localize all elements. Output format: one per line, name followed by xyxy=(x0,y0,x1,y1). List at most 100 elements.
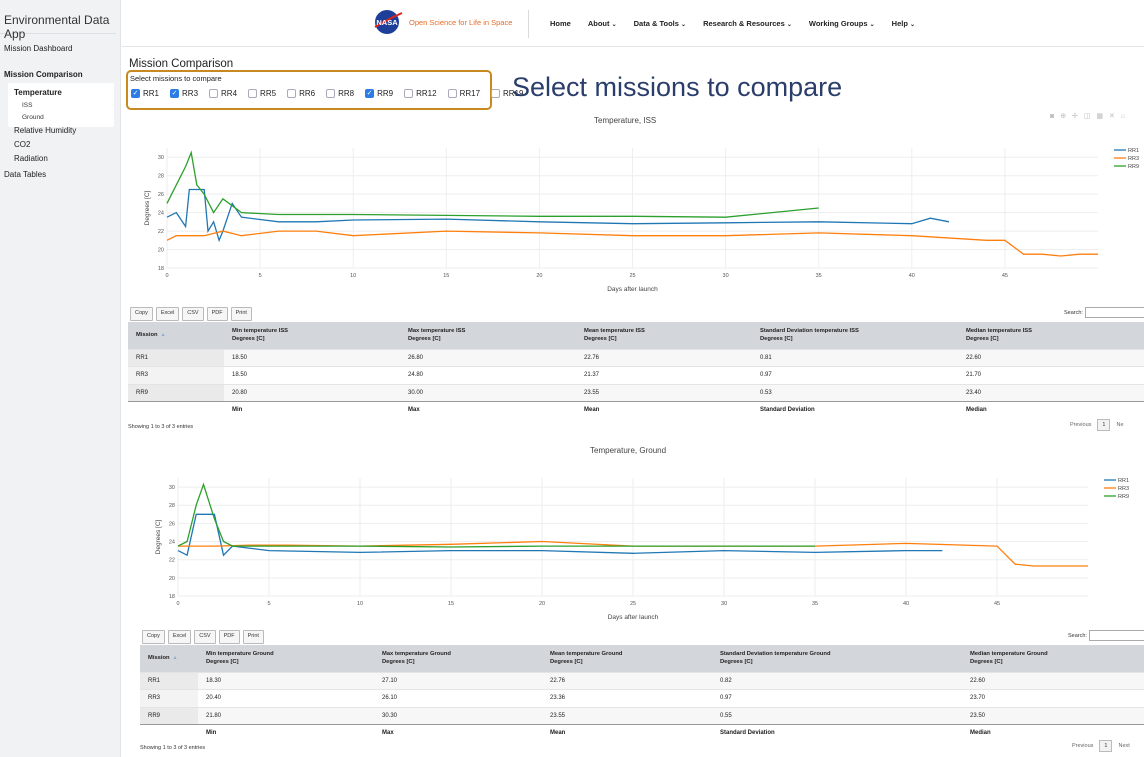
copy-button[interactable]: Copy xyxy=(130,307,153,321)
x-tick-label: 25 xyxy=(629,273,635,279)
sidebar-item-temperature[interactable]: Temperature xyxy=(8,85,114,100)
nav-home[interactable]: Home xyxy=(550,19,571,28)
chevron-down-icon: ⌄ xyxy=(786,22,792,28)
print-button[interactable]: Print xyxy=(242,630,264,644)
nav-help[interactable]: Help ⌄ xyxy=(892,19,915,28)
y-tick-label: 28 xyxy=(169,503,175,509)
unchecked-icon[interactable] xyxy=(209,89,219,98)
y-tick-label: 26 xyxy=(158,192,164,198)
column-header[interactable]: Min temperature Ground Degrees [C] xyxy=(198,645,374,672)
table-row: RR1 18.30 27.10 22.76 0.82 22.60 xyxy=(140,671,1144,690)
mission-checkbox-rr4[interactable]: RR4 xyxy=(209,89,237,98)
sidebar: Environmental Data App Mission Dashboard… xyxy=(0,0,121,757)
column-header[interactable]: Mean temperature Ground Degrees [C] xyxy=(542,645,712,672)
pdf-button[interactable]: PDF xyxy=(206,307,228,321)
column-header[interactable]: Mission ▲ xyxy=(128,322,224,349)
nav-links: Home About ⌄ Data & Tools ⌄ Research & R… xyxy=(550,19,932,28)
column-header[interactable]: Standard Deviation temperature ISS Degree… xyxy=(752,322,958,349)
csv-button[interactable]: CSV xyxy=(194,630,216,644)
sidebar-item-relative-humidity[interactable]: Relative Humidity xyxy=(8,124,120,138)
x-tick-label: 0 xyxy=(176,601,179,607)
nasa-logo-icon[interactable]: NASA xyxy=(373,9,403,35)
page-1-button[interactable]: 1 xyxy=(1097,419,1111,431)
copy-button[interactable]: Copy xyxy=(142,630,165,644)
checked-icon[interactable]: ✓ xyxy=(365,89,375,98)
footer-cell xyxy=(128,401,224,419)
mission-checkbox-rr12[interactable]: RR12 xyxy=(404,89,437,98)
chevron-down-icon: ⌄ xyxy=(869,22,875,28)
unchecked-icon[interactable] xyxy=(491,89,501,98)
unchecked-icon[interactable] xyxy=(326,89,336,98)
previous-button[interactable]: Previous xyxy=(1072,743,1093,749)
column-header[interactable]: Mission ▲ xyxy=(140,645,198,672)
x-tick-label: 20 xyxy=(539,601,545,607)
sidebar-item-mission-comparison[interactable]: Mission Comparison xyxy=(0,70,120,79)
x-tick-label: 20 xyxy=(536,273,542,279)
search-input[interactable] xyxy=(1088,630,1144,641)
excel-button[interactable]: Excel xyxy=(167,630,192,644)
previous-button[interactable]: Previous xyxy=(1070,422,1091,428)
table-cell: 18.50 xyxy=(224,348,400,367)
sidebar-item-data-tables[interactable]: Data Tables xyxy=(0,170,120,179)
app-title: Environmental Data App xyxy=(0,0,116,41)
brand-text[interactable]: Open Science for Life in Space xyxy=(409,18,512,27)
y-tick-label: 28 xyxy=(158,174,164,180)
csv-button[interactable]: CSV xyxy=(182,307,204,321)
unchecked-icon[interactable] xyxy=(287,89,297,98)
excel-button[interactable]: Excel xyxy=(155,307,180,321)
next-button[interactable]: Ne xyxy=(1116,422,1123,428)
unchecked-icon[interactable] xyxy=(447,89,457,98)
column-header[interactable]: Median temperature Ground Degrees [C] xyxy=(962,645,1144,672)
nav-working-groups[interactable]: Working Groups ⌄ xyxy=(809,19,875,28)
page-1-button[interactable]: 1 xyxy=(1099,740,1113,752)
main-content: Mission Comparison Select missions to co… xyxy=(122,48,1144,757)
mission-checkbox-rr6[interactable]: RR6 xyxy=(287,89,315,98)
table-cell: 23.55 xyxy=(576,383,752,402)
column-header[interactable]: Max temperature Ground Degrees [C] xyxy=(374,645,542,672)
table-cell: 23.50 xyxy=(962,706,1144,725)
table-cell: 21.70 xyxy=(958,366,1144,384)
mission-checkbox-rr9[interactable]: ✓ RR9 xyxy=(365,89,393,98)
nav-about[interactable]: About ⌄ xyxy=(588,19,617,28)
unchecked-icon[interactable] xyxy=(248,89,258,98)
pdf-button[interactable]: PDF xyxy=(218,630,240,644)
plot-modebar[interactable]: ◙ ⊕ ✢ ◫ ▦ ✕ ⌂ xyxy=(1050,112,1127,120)
mission-checkbox-rr5[interactable]: RR5 xyxy=(248,89,276,98)
sidebar-item-radiation[interactable]: Radiation xyxy=(8,152,120,166)
callout-annotation: Select missions to compare xyxy=(512,72,843,102)
chart-temperature-iss[interactable]: 0 5 10 15 20 25 30 35 40 45 18 20 22 24 26 28 30 Days aft… xyxy=(122,138,1144,298)
mission-checkbox-rr3[interactable]: ✓ RR3 xyxy=(170,89,198,98)
column-header[interactable]: Max temperature ISS Degrees [C] xyxy=(400,322,576,349)
nav-data-tools[interactable]: Data & Tools ⌄ xyxy=(634,19,686,28)
checked-icon[interactable]: ✓ xyxy=(170,89,180,98)
table-cell: 0.55 xyxy=(712,706,962,725)
sidebar-item-mission-dashboard[interactable]: Mission Dashboard xyxy=(0,44,120,53)
table-iss-buttons: Copy Excel CSV PDF Print xyxy=(130,307,252,321)
chart-temperature-ground[interactable]: 0 5 10 15 20 25 30 35 40 45 18 20 22 24 26 28 30 Days aft… xyxy=(122,468,1144,623)
mission-checkboxes: ✓ RR1 ✓ RR3 RR4 RR5 RR6 RR8 ✓ RR9 RR12 RR17 RR19 xyxy=(131,89,534,98)
sidebar-submenu: Temperature ISS Ground xyxy=(8,83,114,127)
nav-divider xyxy=(528,10,529,38)
column-header[interactable]: Min temperature ISS Degrees [C] xyxy=(224,322,400,349)
unchecked-icon[interactable] xyxy=(404,89,414,98)
print-button[interactable]: Print xyxy=(230,307,252,321)
sidebar-item-co2[interactable]: CO2 xyxy=(8,138,120,152)
next-button[interactable]: Next xyxy=(1118,743,1129,749)
checked-icon[interactable]: ✓ xyxy=(131,89,140,98)
nav-research-resources[interactable]: Research & Resources ⌄ xyxy=(703,19,792,28)
mission-checkbox-rr1[interactable]: ✓ RR1 xyxy=(131,89,159,98)
mission-label: RR9 xyxy=(377,89,394,98)
x-tick-label: 5 xyxy=(259,273,262,279)
chevron-down-icon: ⌄ xyxy=(910,22,916,28)
table-cell: RR1 xyxy=(140,671,198,690)
column-header[interactable]: Mean temperature ISS Degrees [C] xyxy=(576,322,752,349)
sidebar-item-iss[interactable]: ISS xyxy=(8,100,114,112)
mission-checkbox-rr8[interactable]: RR8 xyxy=(326,89,354,98)
column-header[interactable]: Median temperature ISS Degrees [C] xyxy=(958,322,1144,349)
mission-checkbox-rr17[interactable]: RR17 xyxy=(447,89,480,98)
sidebar-item-ground[interactable]: Ground xyxy=(8,112,114,124)
search-input[interactable] xyxy=(1084,307,1144,318)
table-cell: 23.36 xyxy=(542,689,712,707)
chart-title-iss: Temperature, ISS xyxy=(594,116,657,125)
column-header[interactable]: Standard Deviation temperature Ground Deg… xyxy=(712,645,962,672)
